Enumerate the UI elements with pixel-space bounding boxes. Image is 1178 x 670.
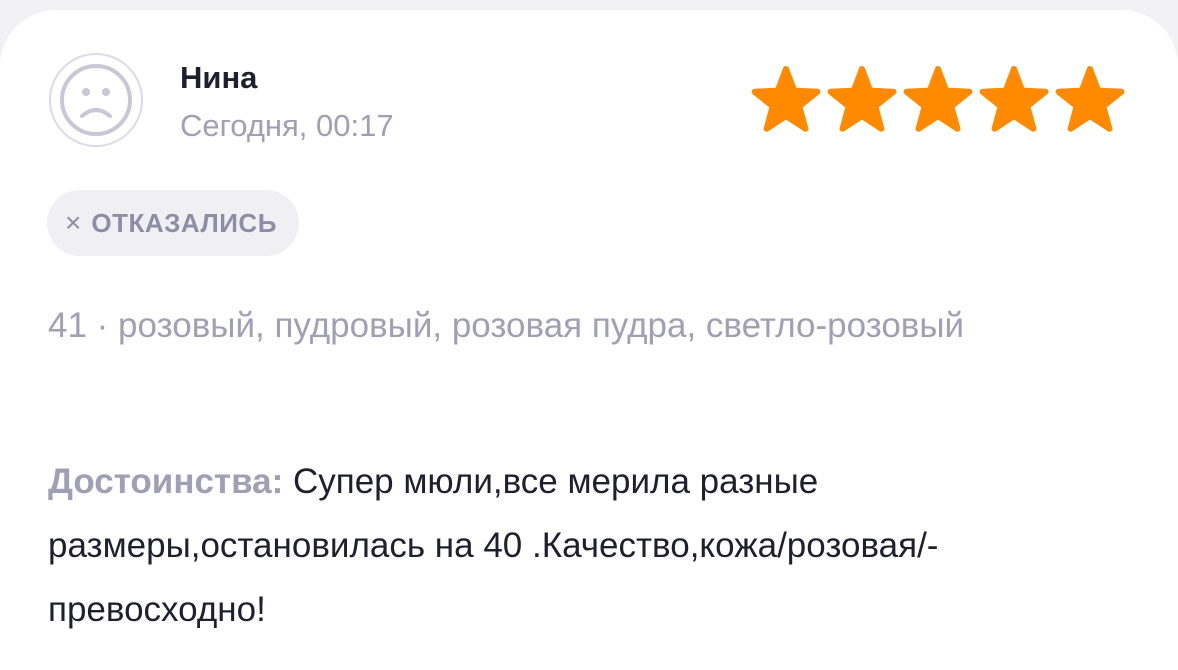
review-pros: Достоинства: Супер мюли,все мерила разны… — [48, 450, 1108, 642]
sad-face-icon — [49, 53, 143, 147]
product-variant: 41 · розовый, пудровый, розовая пудра, с… — [48, 306, 965, 345]
author-name: Нина — [180, 60, 258, 95]
rating-stars — [748, 66, 1128, 134]
star-icon — [903, 66, 973, 132]
star-icon — [979, 66, 1049, 132]
close-icon: × — [65, 207, 82, 238]
review-card: Нина Сегодня, 00:17 × ОТКАЗАЛИСЬ 41 · ро… — [0, 10, 1178, 670]
avatar — [48, 52, 144, 148]
star-icon — [1055, 66, 1125, 132]
status-badge: × ОТКАЗАЛИСЬ — [47, 190, 299, 256]
review-date: Сегодня, 00:17 — [180, 108, 394, 143]
status-badge-label: ОТКАЗАЛИСЬ — [91, 207, 277, 238]
star-icon — [827, 66, 897, 132]
star-icon — [751, 66, 821, 132]
pros-label: Достоинства: — [48, 462, 284, 501]
